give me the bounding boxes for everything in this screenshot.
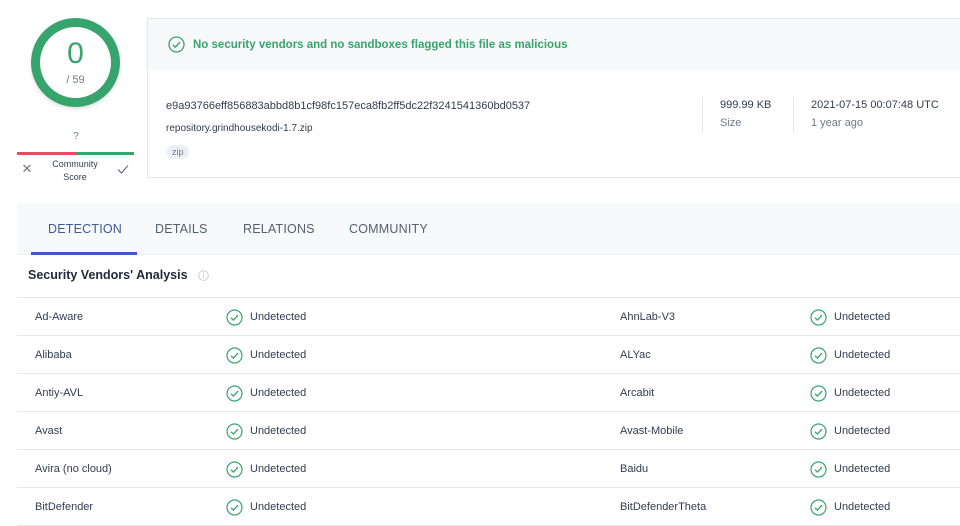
vendor-name: Avast-Mobile (620, 425, 684, 437)
check-circle-icon (810, 422, 827, 440)
table-row: Antiy-AVL Undetected Arcabit Undetected (17, 374, 960, 412)
file-date-value: 2021-07-15 00:07:48 UTC (811, 99, 939, 111)
tab-relations[interactable]: RELATIONS (243, 203, 315, 255)
vendor-name: BitDefenderTheta (620, 501, 707, 513)
tab-bar: DETECTION DETAILS RELATIONS COMMUNITY (17, 203, 960, 255)
vendor-status-text: Undetected (834, 311, 891, 323)
vendor-status: Undetected (226, 336, 306, 374)
check-circle-icon (226, 460, 243, 478)
vendor-status: Undetected (810, 298, 890, 336)
community-score-label-line2: Score (63, 172, 87, 182)
check-circle-icon (226, 346, 243, 364)
vendor-status-text: Undetected (834, 387, 891, 399)
vendor-name: Baidu (620, 463, 649, 475)
detection-score-ring: 0 / 59 (31, 18, 120, 107)
community-score-label-line1: Community (52, 159, 98, 169)
vendor-status: Undetected (226, 488, 306, 526)
meta-divider (793, 97, 794, 133)
detection-count: 0 (67, 37, 84, 70)
vendor-status: Undetected (810, 412, 890, 450)
vendor-status: Undetected (226, 374, 306, 412)
file-hash[interactable]: e9a93766eff856883abbd8b1cf98fc157eca8fb2… (166, 100, 530, 112)
check-circle-icon (168, 36, 185, 53)
vendor-status: Undetected (810, 488, 890, 526)
vendor-status-text: Undetected (834, 349, 891, 361)
file-size-value: 999.99 KB (720, 99, 772, 111)
table-row: Ad-Aware Undetected AhnLab-V3 Undetected (17, 298, 960, 336)
table-row: BitDefender Undetected BitDefenderTheta … (17, 488, 960, 526)
info-icon[interactable] (198, 270, 209, 281)
file-type-tag[interactable]: zip (167, 145, 189, 159)
vendor-status-text: Undetected (250, 425, 307, 437)
vendor-name: Ad-Aware (35, 311, 84, 323)
tab-community[interactable]: COMMUNITY (349, 203, 428, 255)
check-circle-icon (226, 498, 243, 516)
vendor-status: Undetected (810, 374, 890, 412)
file-name: repository.grindhousekodi-1.7.zip (166, 123, 313, 134)
check-circle-icon (810, 308, 827, 326)
vendor-name: Avast (35, 425, 63, 437)
meta-divider (702, 97, 703, 133)
close-icon[interactable]: ✕ (20, 162, 34, 176)
check-circle-icon (810, 460, 827, 478)
vendor-name: Avira (no cloud) (35, 463, 112, 475)
check-icon[interactable] (116, 162, 130, 176)
vendor-status: Undetected (226, 412, 306, 450)
community-score-bar-positive (75, 152, 134, 155)
table-row: Avast Undetected Avast-Mobile Undetected (17, 412, 960, 450)
verdict-banner: No security vendors and no sandboxes fla… (148, 19, 960, 70)
score-inner: 0 / 59 (40, 27, 111, 98)
vendor-status-text: Undetected (834, 463, 891, 475)
vendor-status-text: Undetected (250, 463, 307, 475)
check-circle-icon (810, 498, 827, 516)
vendor-name: Antiy-AVL (35, 387, 84, 399)
vendor-status-text: Undetected (834, 501, 891, 513)
vendor-status-text: Undetected (250, 387, 307, 399)
vendor-status-text: Undetected (250, 501, 307, 513)
check-circle-icon (226, 308, 243, 326)
vendor-name: BitDefender (35, 501, 94, 513)
tab-details[interactable]: DETAILS (155, 203, 208, 255)
check-circle-icon (810, 384, 827, 402)
vendor-status-text: Undetected (250, 311, 307, 323)
section-title: Security Vendors' Analysis (28, 268, 188, 282)
vendor-name: Arcabit (620, 387, 655, 399)
table-row: Avira (no cloud) Undetected Baidu Undete… (17, 450, 960, 488)
community-score-bar-negative (17, 152, 75, 155)
check-circle-icon (810, 346, 827, 364)
community-score-label: Community Score (46, 158, 104, 184)
verdict-text: No security vendors and no sandboxes fla… (193, 38, 568, 51)
community-score-value: ? (73, 131, 79, 142)
check-circle-icon (226, 384, 243, 402)
vendor-status: Undetected (226, 450, 306, 488)
vendor-name: AhnLab-V3 (620, 311, 676, 323)
vendor-status: Undetected (226, 298, 306, 336)
vendor-name: Alibaba (35, 349, 72, 361)
detection-total: / 59 (66, 74, 85, 86)
vendor-status-text: Undetected (834, 425, 891, 437)
check-circle-icon (226, 422, 243, 440)
file-info-card: No security vendors and no sandboxes fla… (147, 18, 960, 178)
vendor-status: Undetected (810, 450, 890, 488)
vendor-name: ALYac (620, 349, 651, 361)
file-date-ago: 1 year ago (811, 117, 863, 129)
table-row: Alibaba Undetected ALYac Undetected (17, 336, 960, 374)
vendor-status-text: Undetected (250, 349, 307, 361)
vendor-status: Undetected (810, 336, 890, 374)
file-size-label: Size (720, 117, 742, 129)
active-tab-indicator (31, 252, 137, 255)
vendor-table: Ad-Aware Undetected AhnLab-V3 Undetected… (17, 297, 960, 526)
tab-detection[interactable]: DETECTION (48, 203, 122, 255)
